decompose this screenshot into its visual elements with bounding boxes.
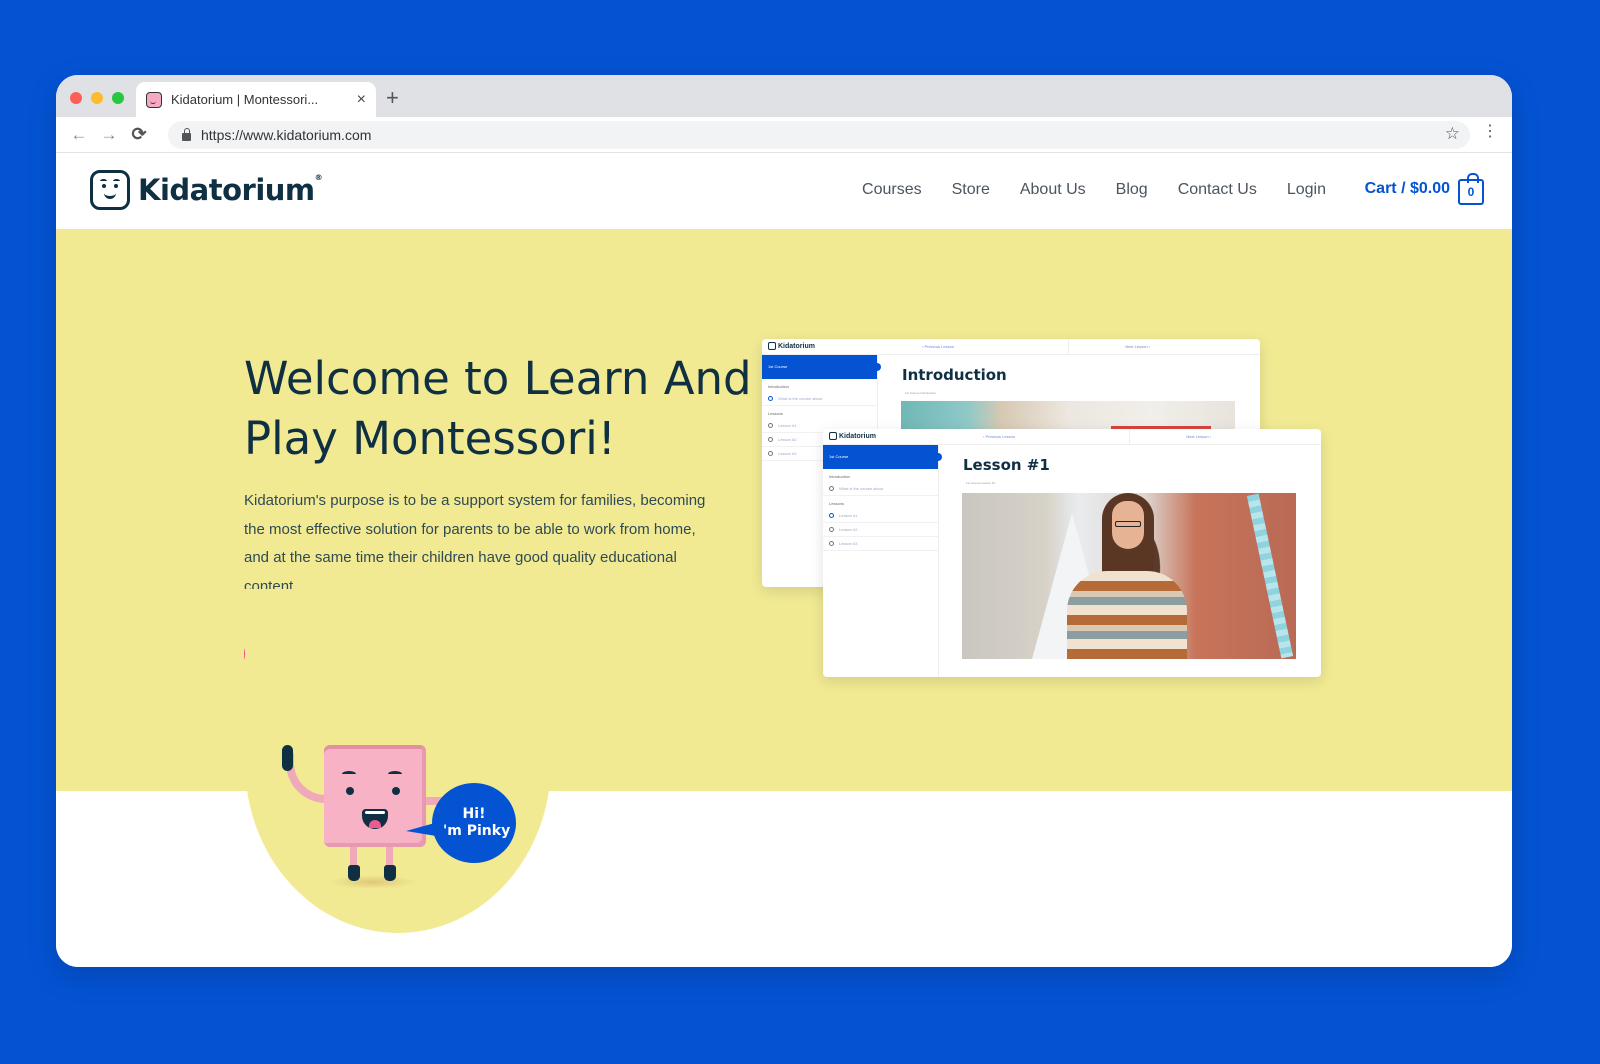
- maximize-window-button[interactable]: [112, 92, 124, 104]
- mockup-section: Lessons: [768, 411, 783, 416]
- teacher-photo: [962, 493, 1296, 659]
- mockup-title: Lesson #1: [963, 456, 1050, 474]
- cart-total[interactable]: Cart / $0.00: [1365, 180, 1450, 198]
- nav-blog[interactable]: Blog: [1116, 181, 1148, 199]
- mockup-logo: Kidatorium: [829, 432, 876, 440]
- bookmark-star-icon[interactable]: ☆: [1445, 124, 1460, 144]
- mockup-next-link: Next Lesson ›: [1125, 344, 1150, 349]
- mockup-section: Introduction: [829, 474, 850, 479]
- mockup-course-label: 1st Course: [823, 445, 942, 469]
- close-window-button[interactable]: [70, 92, 82, 104]
- classroom-photo: [901, 401, 1235, 431]
- minimize-window-button[interactable]: [91, 92, 103, 104]
- mockup-item: Lesson #2: [823, 523, 938, 537]
- cart-link[interactable]: Cart / $0.00 0: [1365, 173, 1484, 205]
- hero-description: Kidatorium's purpose is to be a support …: [244, 492, 706, 595]
- mockup-course-label: 1st Course: [762, 355, 881, 379]
- mockup-prev-link: ‹ Previous Lesson: [983, 434, 1016, 439]
- reload-icon[interactable]: ⟳: [124, 124, 154, 145]
- shopping-bag-icon[interactable]: 0: [1458, 173, 1484, 205]
- main-nav: Courses Store About Us Blog Contact Us L…: [862, 181, 1326, 199]
- tab-close-icon[interactable]: ×: [357, 91, 366, 109]
- lock-icon: [182, 127, 191, 141]
- site-header: Kidatorium® Courses Store About Us Blog …: [56, 153, 1512, 229]
- site-logo[interactable]: Kidatorium®: [90, 170, 323, 210]
- browser-toolbar: ← → ⟳ https://www.kidatorium.com ☆ ⋮: [56, 117, 1512, 153]
- mockup-item: What is the course about: [823, 482, 938, 496]
- browser-window: Kidatorium | Montessori... × + ← → ⟳ htt…: [56, 75, 1512, 967]
- url-text[interactable]: https://www.kidatorium.com: [201, 127, 371, 143]
- cart-count: 0: [1467, 185, 1475, 199]
- mockup-meta: 1st Course Lesson #1: [966, 481, 996, 485]
- mockup-item: What is the course about: [762, 392, 877, 406]
- mockup-sidebar: 1st Course Introduction What is the cour…: [823, 445, 942, 677]
- new-tab-button[interactable]: +: [386, 85, 399, 111]
- speech-line-1: Hi!: [462, 806, 486, 822]
- browser-tab[interactable]: Kidatorium | Montessori... ×: [136, 82, 376, 117]
- browser-menu-icon[interactable]: ⋮: [1482, 124, 1498, 140]
- hero-title: Welcome to Learn And Play Montessori!: [244, 352, 752, 465]
- favicon-icon: [146, 91, 162, 108]
- nav-store[interactable]: Store: [952, 181, 990, 199]
- tab-title: Kidatorium | Montessori...: [171, 92, 319, 107]
- nav-contact-us[interactable]: Contact Us: [1178, 181, 1257, 199]
- course-mockup-lesson: Kidatorium ‹ Previous Lesson Next Lesson…: [823, 429, 1321, 677]
- speech-line-2: I'm Pinky: [437, 823, 511, 839]
- logo-face-icon: [90, 170, 130, 210]
- mockup-section: Lessons: [829, 501, 844, 506]
- forward-icon[interactable]: →: [94, 125, 124, 145]
- back-icon[interactable]: ←: [64, 125, 94, 145]
- mockup-next-link: Next Lesson ›: [1186, 434, 1211, 439]
- nav-courses[interactable]: Courses: [862, 181, 922, 199]
- address-bar[interactable]: https://www.kidatorium.com ☆: [168, 121, 1470, 149]
- nav-login[interactable]: Login: [1287, 181, 1326, 199]
- mockup-item: Lesson #1: [823, 509, 938, 523]
- mockup-title: Introduction: [902, 366, 1007, 384]
- mockup-item: Lesson #3: [823, 537, 938, 551]
- mockup-prev-link: ‹ Previous Lesson: [922, 344, 955, 349]
- window-controls: [70, 92, 124, 104]
- logo-text: Kidatorium®: [138, 173, 323, 207]
- tab-strip: Kidatorium | Montessori... × +: [56, 75, 1512, 117]
- speech-bubble: Hi! I'm Pinky: [406, 783, 516, 863]
- mockup-meta: 1st Course Introduction: [905, 391, 937, 395]
- nav-about-us[interactable]: About Us: [1020, 181, 1086, 199]
- mockup-section: Introduction: [768, 384, 789, 389]
- mockup-logo: Kidatorium: [768, 342, 815, 350]
